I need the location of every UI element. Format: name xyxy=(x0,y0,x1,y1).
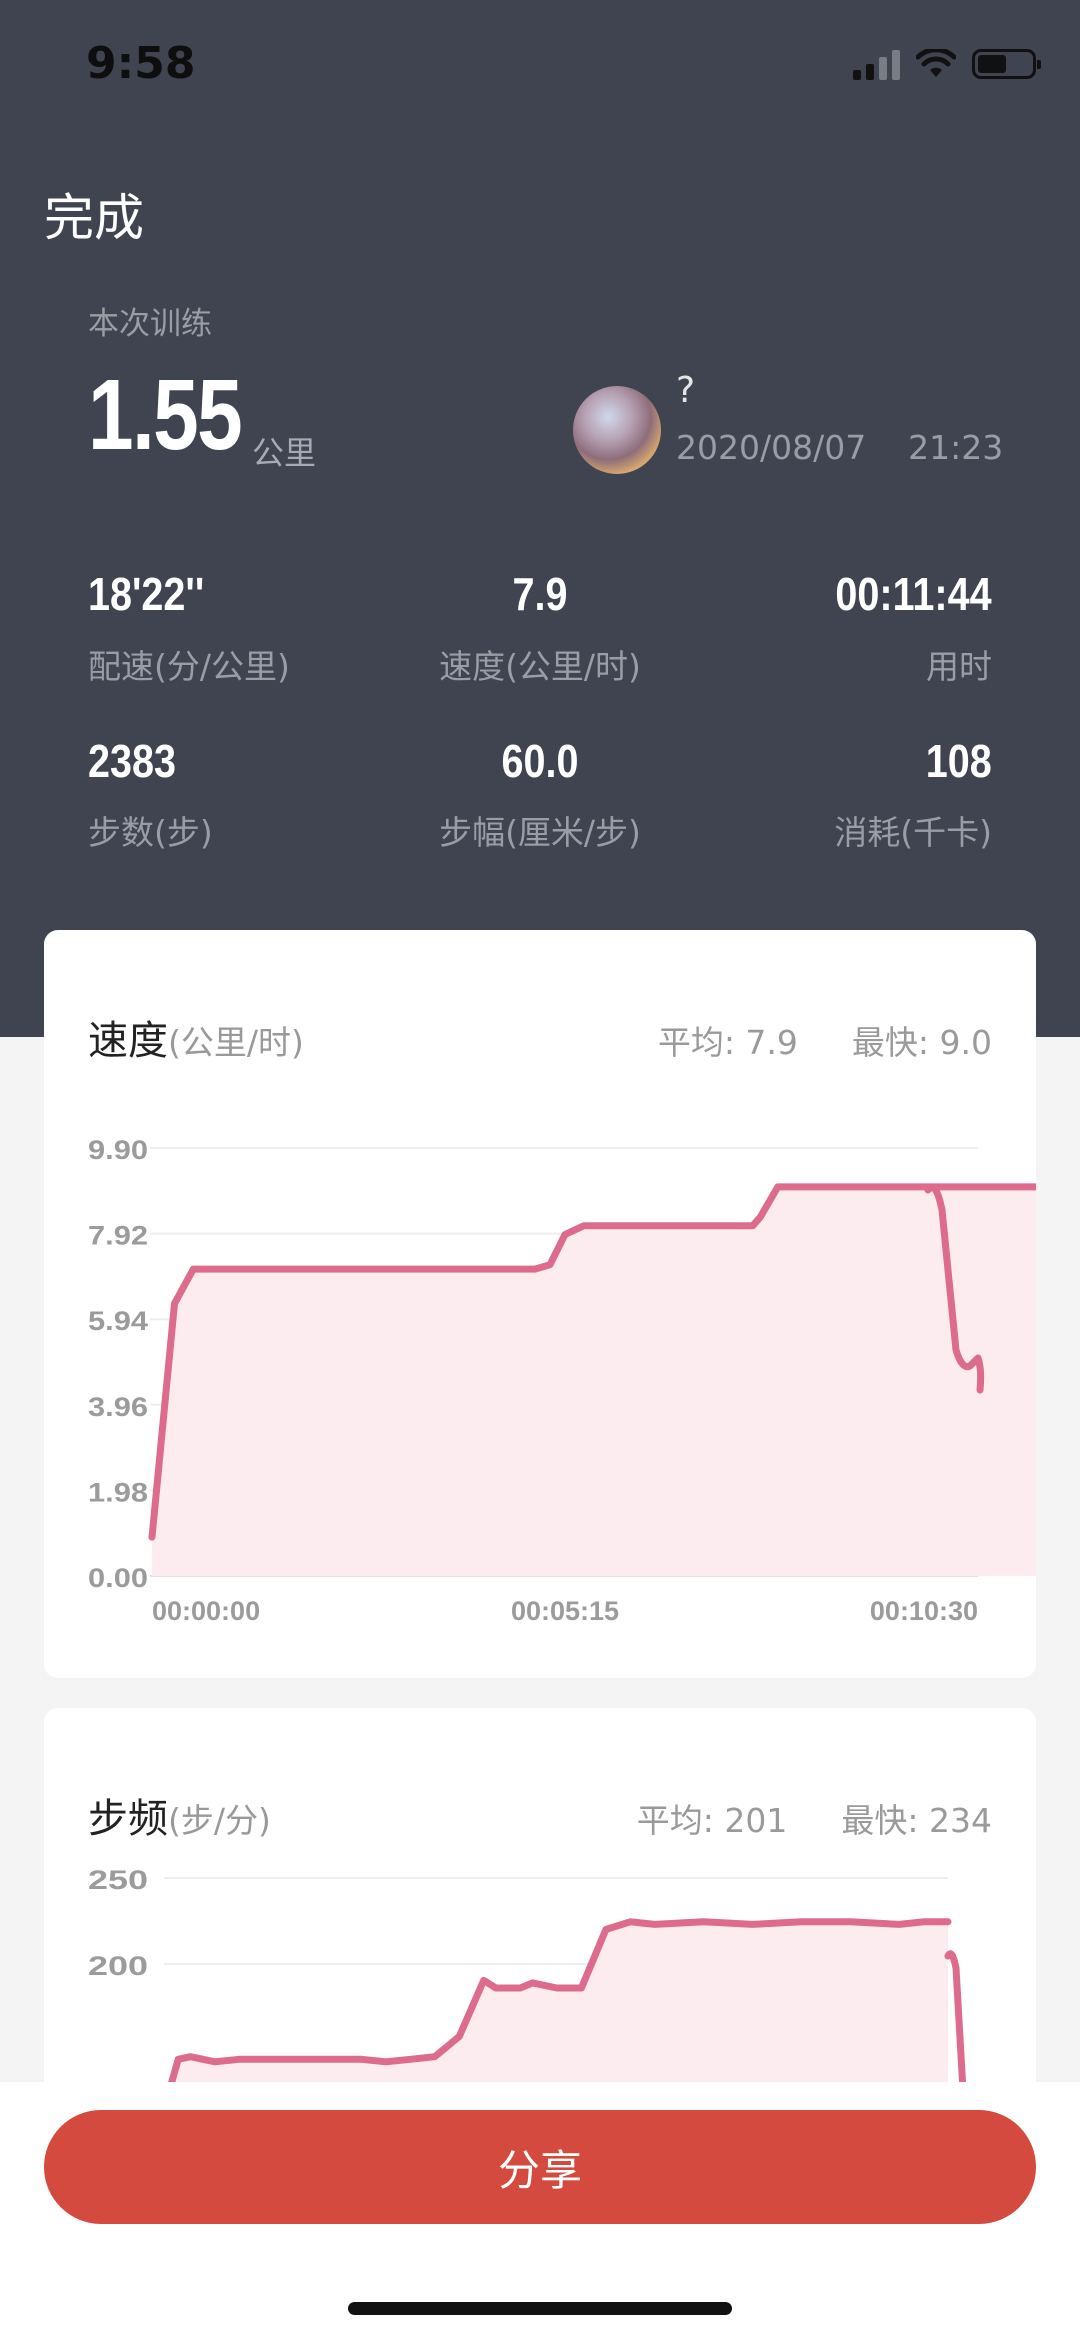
status-time: 9:58 xyxy=(86,38,196,89)
cellular-signal-icon xyxy=(853,48,900,80)
cadence-chart-card: 步频(步/分) 平均: 201 最快: 234 250 200 xyxy=(44,1708,1036,2108)
distance-unit: 公里 xyxy=(252,434,317,472)
cadence-chart: 250 200 xyxy=(88,1865,968,2108)
stat-duration-label: 用时 xyxy=(926,647,992,686)
battery-icon xyxy=(972,49,1041,79)
speed-chart-card: 速度(公里/时) 平均: 7.9 最快: 9.0 0.00 1.98 3.96 5.94… xyxy=(44,930,1036,1678)
session-date: 2020/08/07 xyxy=(676,428,867,467)
stat-pace-value: 18'22'' xyxy=(88,568,205,620)
speed-chart: 0.00 1.98 3.96 5.94 7.92 9.90 00:00:00 00:05:15… xyxy=(88,1135,1036,1626)
stat-stride-label: 步幅(厘米/步) xyxy=(439,813,641,852)
stat-pace-label: 配速(分/公里) xyxy=(88,647,290,686)
stat-steps-label: 步数(步) xyxy=(88,813,213,852)
x-tick-label: 00:00:00 xyxy=(152,1596,260,1626)
y-tick-label: 250 xyxy=(88,1865,148,1895)
header-background xyxy=(0,0,1080,1037)
session-label: 本次训练 xyxy=(88,306,212,342)
avatar[interactable] xyxy=(573,386,661,474)
session-datetime: 2020/08/07 21:23 xyxy=(676,428,1003,467)
stat-speed-label: 速度(公里/时) xyxy=(439,647,641,686)
status-icons xyxy=(853,48,1041,80)
stat-speed-value: 7.9 xyxy=(512,568,568,620)
bottom-bar: 分享 xyxy=(0,2082,1080,2339)
stat-duration-value: 00:11:44 xyxy=(835,568,992,620)
y-tick-label: 5.94 xyxy=(88,1306,148,1336)
y-tick-label: 3.96 xyxy=(88,1392,148,1422)
done-button[interactable]: 完成 xyxy=(44,178,144,250)
stat-steps-value: 2383 xyxy=(88,735,177,787)
status-bar: 9:58 xyxy=(0,0,1080,132)
stat-stride-value: 60.0 xyxy=(501,735,579,787)
series-area xyxy=(152,1186,1036,1576)
stat-calories-value: 108 xyxy=(925,735,992,787)
y-tick-label: 9.90 xyxy=(88,1135,148,1165)
y-tick-label: 1.98 xyxy=(88,1477,148,1507)
y-tick-label: 0.00 xyxy=(88,1563,148,1593)
x-tick-label: 00:05:15 xyxy=(511,1596,619,1626)
session-time: 21:23 xyxy=(908,428,1004,467)
wifi-icon xyxy=(916,49,956,77)
stat-calories-label: 消耗(千卡) xyxy=(834,813,992,852)
series-area xyxy=(166,1921,948,2108)
distance-value: 1.55 xyxy=(88,359,243,471)
x-tick-label: 00:10:30 xyxy=(870,1596,978,1626)
share-button[interactable]: 分享 xyxy=(44,2110,1036,2224)
home-indicator[interactable] xyxy=(348,2302,732,2315)
username: ? xyxy=(676,370,696,411)
y-tick-label: 7.92 xyxy=(88,1221,148,1251)
y-tick-label: 200 xyxy=(88,1951,148,1981)
